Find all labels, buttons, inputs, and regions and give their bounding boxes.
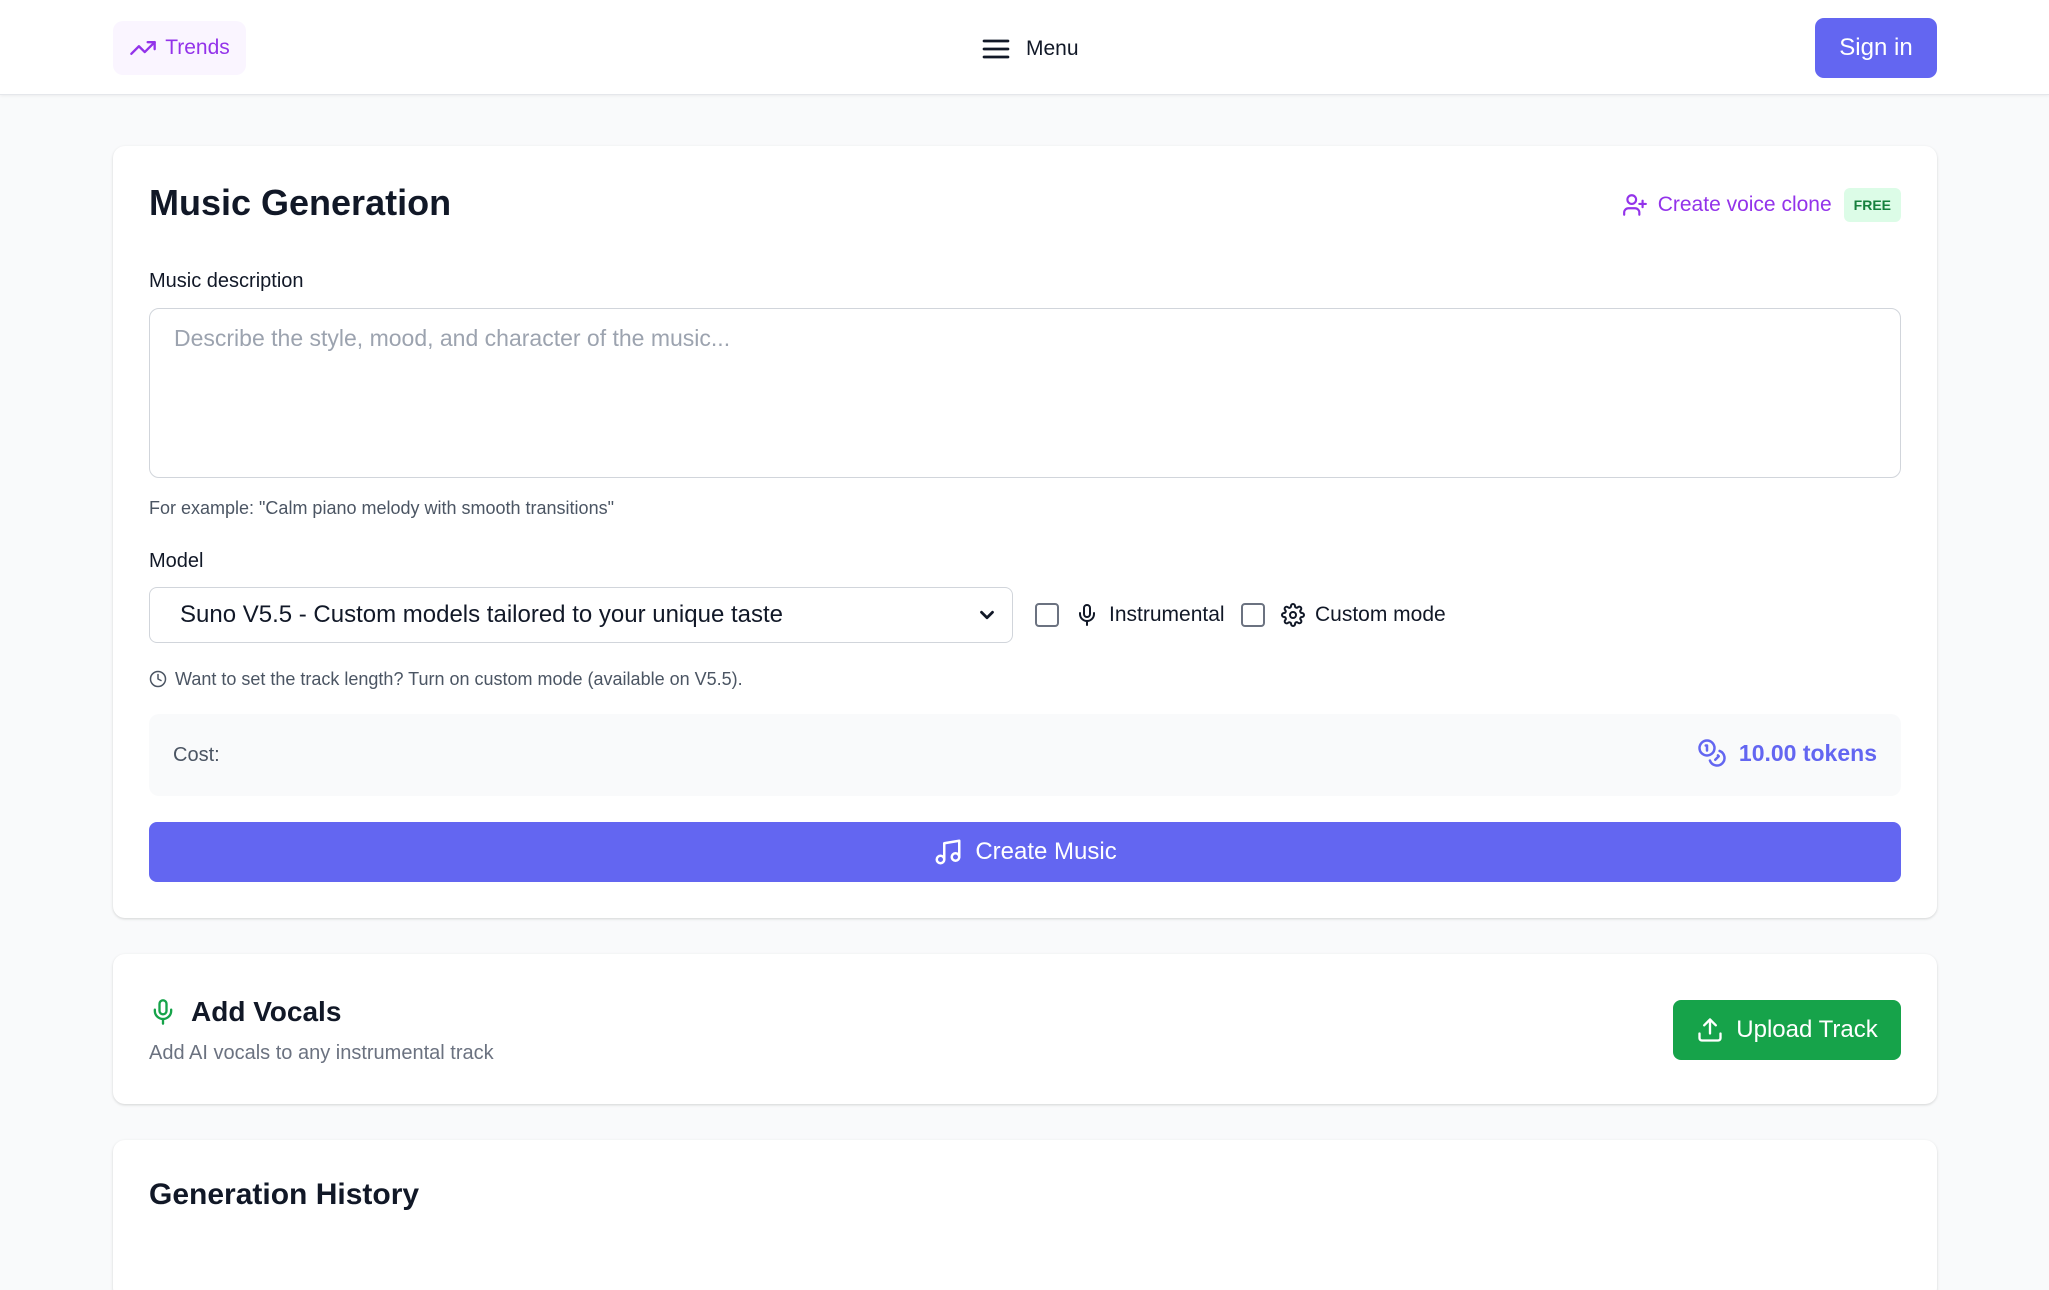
- cost-value: 10.00 tokens: [1697, 738, 1877, 768]
- cost-value-text: 10.00 tokens: [1738, 739, 1877, 766]
- example-hint: For example: "Calm piano melody with smo…: [149, 498, 614, 518]
- user-plus-icon: [1622, 194, 1647, 216]
- menu-button[interactable]: Menu: [980, 28, 1079, 70]
- custom-mode-option[interactable]: Custom mode: [1241, 598, 1446, 632]
- create-music-label: Create Music: [975, 838, 1117, 865]
- cost-panel: Cost: 10.00 tokens: [149, 714, 1901, 796]
- create-music-button[interactable]: Create Music: [149, 822, 1901, 882]
- voice-clone-label: Create voice clone: [1657, 193, 1832, 216]
- generation-history-title: Generation History: [149, 1178, 420, 1211]
- add-vocals-subtitle: Add AI vocals to any instrumental track: [149, 1042, 494, 1064]
- hamburger-menu-icon: [982, 39, 1010, 59]
- custom-mode-label: Custom mode: [1315, 603, 1446, 626]
- cost-label: Cost:: [173, 744, 220, 766]
- model-label: Model: [149, 550, 204, 572]
- trends-label: Trends: [165, 36, 230, 59]
- microphone-icon: [153, 999, 173, 1025]
- add-vocals-title: Add Vocals: [191, 996, 342, 1027]
- menu-label: Menu: [1026, 37, 1079, 60]
- coins-icon: [1698, 739, 1726, 767]
- trending-up-icon: [130, 41, 157, 55]
- free-badge: FREE: [1843, 188, 1901, 222]
- create-voice-clone-link[interactable]: Create voice clone FREE: [1622, 186, 1901, 224]
- upload-icon: [1698, 1018, 1722, 1042]
- music-description-input[interactable]: [149, 308, 1901, 478]
- trends-button[interactable]: Trends: [113, 21, 246, 75]
- instrumental-checkbox[interactable]: [1035, 603, 1059, 627]
- track-length-hint-text: Want to set the track length? Turn on cu…: [175, 668, 743, 689]
- music-generation-card: Music Generation Create voice clone FREE…: [113, 146, 1937, 918]
- microphone-icon: [1079, 604, 1095, 626]
- model-selected-value: Suno V5.5 - Custom models tailored to yo…: [180, 601, 783, 628]
- music-description-label: Music description: [149, 270, 304, 292]
- model-select[interactable]: Suno V5.5 - Custom models tailored to yo…: [149, 587, 1013, 643]
- gear-icon: [1281, 603, 1305, 627]
- chevron-down-icon: [980, 610, 994, 620]
- page-title: Music Generation: [149, 182, 452, 223]
- add-vocals-card: Add Vocals Add AI vocals to any instrume…: [113, 954, 1937, 1104]
- custom-mode-checkbox[interactable]: [1241, 603, 1265, 627]
- track-length-hint: Want to set the track length? Turn on cu…: [149, 666, 743, 692]
- add-vocals-heading: Add Vocals: [149, 994, 341, 1030]
- music-note-icon: [935, 839, 961, 865]
- instrumental-label: Instrumental: [1109, 603, 1225, 626]
- instrumental-option[interactable]: Instrumental: [1035, 598, 1225, 632]
- upload-track-button[interactable]: Upload Track: [1673, 1000, 1901, 1060]
- top-navigation-bar: Trends Menu Sign in: [0, 0, 2049, 95]
- upload-track-label: Upload Track: [1736, 1016, 1878, 1043]
- generation-history-card: Generation History: [113, 1140, 1937, 1290]
- clock-icon: [149, 670, 167, 688]
- sign-in-button[interactable]: Sign in: [1815, 18, 1937, 78]
